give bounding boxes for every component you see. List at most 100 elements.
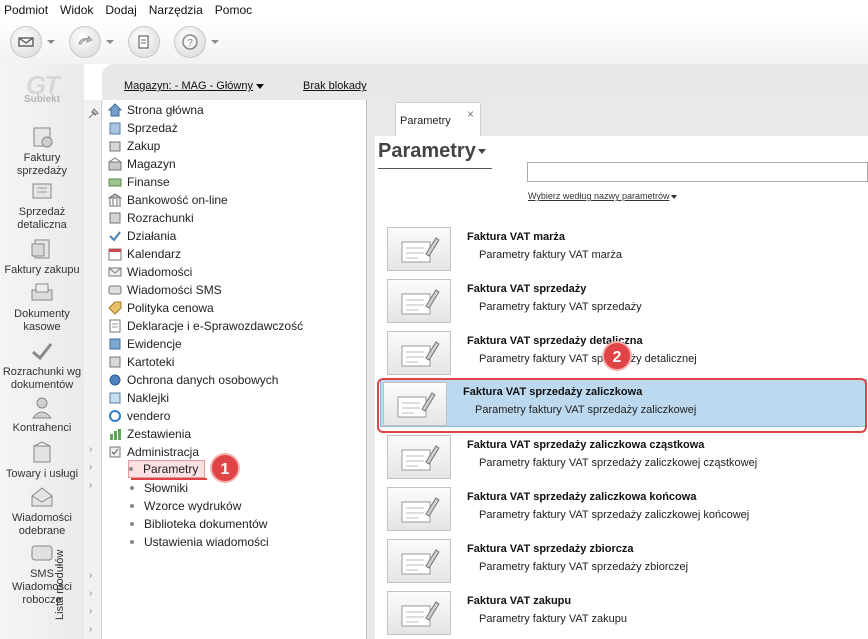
tab-strip: Parametry × xyxy=(375,100,868,136)
param-row[interactable]: Faktura VAT sprzedaży zaliczkowa cząstko… xyxy=(385,433,868,481)
tree-item-ochrona-danych[interactable]: Ochrona danych osobowych xyxy=(108,371,278,389)
pin-icon[interactable] xyxy=(87,108,99,120)
nav-sms-wiadomosci-robocze[interactable]: SMS Wiadomości robocze xyxy=(0,540,84,607)
param-row[interactable]: Faktura VAT sprzedaży Parametry faktury … xyxy=(385,277,868,325)
param-row[interactable]: Faktura VAT zakupu Parametry faktury VAT… xyxy=(385,589,868,637)
sms-icon xyxy=(31,545,53,561)
menu-narzedzia[interactable]: Narzędzia xyxy=(149,3,203,17)
tree-subitem-ustawienia-wiadomosci[interactable]: Ustawienia wiadomości xyxy=(130,533,269,551)
contractor-icon xyxy=(31,397,53,419)
tree-item-kalendarz[interactable]: Kalendarz xyxy=(108,245,181,263)
document-edit-icon xyxy=(387,279,451,323)
tree-subitem-wzorce-wydrukow[interactable]: Wzorce wydruków xyxy=(130,497,241,515)
cards-icon xyxy=(109,356,121,368)
tree-item-zakup[interactable]: Zakup xyxy=(108,137,160,155)
document-edit-icon xyxy=(387,591,451,635)
param-row[interactable]: Faktura VAT sprzedaży zaliczkowa końcowa… xyxy=(385,485,868,533)
module-list-rail[interactable]: › › › › › › › Lista modułów xyxy=(54,100,102,639)
price-tag-icon xyxy=(108,301,122,315)
nav-rozrachunki[interactable]: Rozrachunki wg dokumentów xyxy=(0,338,84,392)
vendero-icon xyxy=(109,410,121,422)
tree-item-zestawienia[interactable]: Zestawienia xyxy=(108,425,191,443)
splitter[interactable] xyxy=(367,100,375,639)
tree-item-bankowosc[interactable]: Bankowość on-line xyxy=(108,191,228,209)
warehouse-selector[interactable]: Magazyn: - MAG - Główny xyxy=(124,80,264,92)
param-row[interactable]: Faktura VAT marża Parametry faktury VAT … xyxy=(385,225,868,273)
nav-faktury-sprzedazy[interactable]: Faktury sprzedaży xyxy=(0,124,84,178)
chevron-down-icon[interactable] xyxy=(47,40,55,44)
svg-text:?: ? xyxy=(187,38,193,49)
retail-icon xyxy=(32,183,52,199)
page-title[interactable]: Parametry xyxy=(378,140,486,163)
chevron-down-icon xyxy=(255,83,264,89)
chevron-right-icon: › xyxy=(89,624,93,635)
document-edit-icon xyxy=(387,227,451,271)
tab-parametry[interactable]: Parametry × xyxy=(395,102,481,136)
chevron-right-icon: › xyxy=(89,462,93,473)
help-icon: ? xyxy=(182,34,198,50)
tree-item-wiadomosci-sms[interactable]: Wiadomości SMS xyxy=(108,281,222,299)
menu-bar: Podmiot Widok Dodaj Narzędzia Pomoc xyxy=(0,0,868,20)
tree-item-administracja[interactable]: Administracja xyxy=(108,443,199,461)
menu-widok[interactable]: Widok xyxy=(60,3,93,17)
tree-item-deklaracje[interactable]: Deklaracje i e-Sprawozdawczość xyxy=(108,317,303,335)
tree-item-magazyn[interactable]: Magazyn xyxy=(108,155,176,173)
bank-icon xyxy=(108,193,122,207)
envelope-button[interactable] xyxy=(10,26,55,58)
menu-podmiot[interactable]: Podmiot xyxy=(4,3,48,17)
title-underline xyxy=(378,168,492,169)
tree-item-polityka-cenowa[interactable]: Polityka cenowa xyxy=(108,299,214,317)
lock-status-link[interactable]: Brak blokady xyxy=(303,80,367,92)
tree-item-naklejki[interactable]: Naklejki xyxy=(108,389,169,407)
label-icon xyxy=(109,392,121,404)
envelope-icon xyxy=(18,37,34,47)
chevron-right-icon: › xyxy=(89,570,93,581)
toolbar: ? xyxy=(0,20,868,64)
tree-item-kartoteki[interactable]: Kartoteki xyxy=(108,353,174,371)
tree-item-finanse[interactable]: Finanse xyxy=(108,173,170,191)
search-input[interactable] xyxy=(527,162,868,182)
highlight-frame xyxy=(377,378,867,433)
tree-item-sprzedaz[interactable]: Sprzedaż xyxy=(108,119,178,137)
tree-subitem-biblioteka[interactable]: Biblioteka dokumentów xyxy=(130,515,267,533)
nav-towary-i-uslugi[interactable]: Towary i usługi xyxy=(0,440,84,481)
sms-icon xyxy=(108,285,122,295)
close-icon[interactable]: × xyxy=(467,107,474,121)
tree-subitem-slowniki[interactable]: Słowniki xyxy=(130,479,188,497)
nav-sprzedaz-detaliczna[interactable]: Sprzedaż detaliczna xyxy=(0,178,84,232)
tree-item-wiadomosci[interactable]: Wiadomości xyxy=(108,263,192,281)
callout-badge-1: 1 xyxy=(210,453,240,483)
nav-dokumenty-kasowe[interactable]: Dokumenty kasowe xyxy=(0,280,84,334)
tasks-icon xyxy=(109,231,121,242)
sales-icon xyxy=(109,122,121,135)
left-navigation: GT Subiekt Faktury sprzedaży Sprzedaż de… xyxy=(0,64,84,639)
chevron-down-icon[interactable] xyxy=(211,40,219,44)
menu-pomoc[interactable]: Pomoc xyxy=(215,3,252,17)
help-button[interactable]: ? xyxy=(174,26,219,58)
tree-item-rozrachunki[interactable]: Rozrachunki xyxy=(108,209,194,227)
tree-item-vendero[interactable]: vendero xyxy=(108,407,170,425)
mail-icon xyxy=(108,267,122,277)
sync-button[interactable] xyxy=(69,26,114,58)
context-strip: Magazyn: - MAG - Główny Brak blokady xyxy=(102,64,868,100)
tree-subitem-parametry[interactable]: Parametry xyxy=(128,460,206,478)
invoice-icon xyxy=(33,127,53,148)
inbox-icon xyxy=(31,487,53,507)
callout-badge-2: 2 xyxy=(602,341,632,371)
filter-selector[interactable]: Wybierz według nazwy parametrów xyxy=(528,191,678,201)
tree-item-ewidencje[interactable]: Ewidencje xyxy=(108,335,182,353)
tree-item-strona-glowna[interactable]: Strona główna xyxy=(108,101,204,119)
home-icon xyxy=(108,103,122,117)
highlight-underline xyxy=(131,478,207,480)
chevron-down-icon[interactable] xyxy=(106,40,114,44)
nav-faktury-zakupu[interactable]: Faktury zakupu xyxy=(0,236,84,277)
menu-dodaj[interactable]: Dodaj xyxy=(105,3,136,17)
tree-item-dzialania[interactable]: Działania xyxy=(108,227,176,245)
documents-button[interactable] xyxy=(128,26,160,58)
document-edit-icon xyxy=(387,539,451,583)
document-edit-icon xyxy=(387,331,451,375)
nav-kontrahenci[interactable]: Kontrahenci xyxy=(0,394,84,435)
param-row[interactable]: Faktura VAT sprzedaży zbiorcza Parametry… xyxy=(385,537,868,585)
nav-wiadomosci-odebrane[interactable]: Wiadomości odebrane xyxy=(0,484,84,538)
sync-icon xyxy=(78,35,93,45)
